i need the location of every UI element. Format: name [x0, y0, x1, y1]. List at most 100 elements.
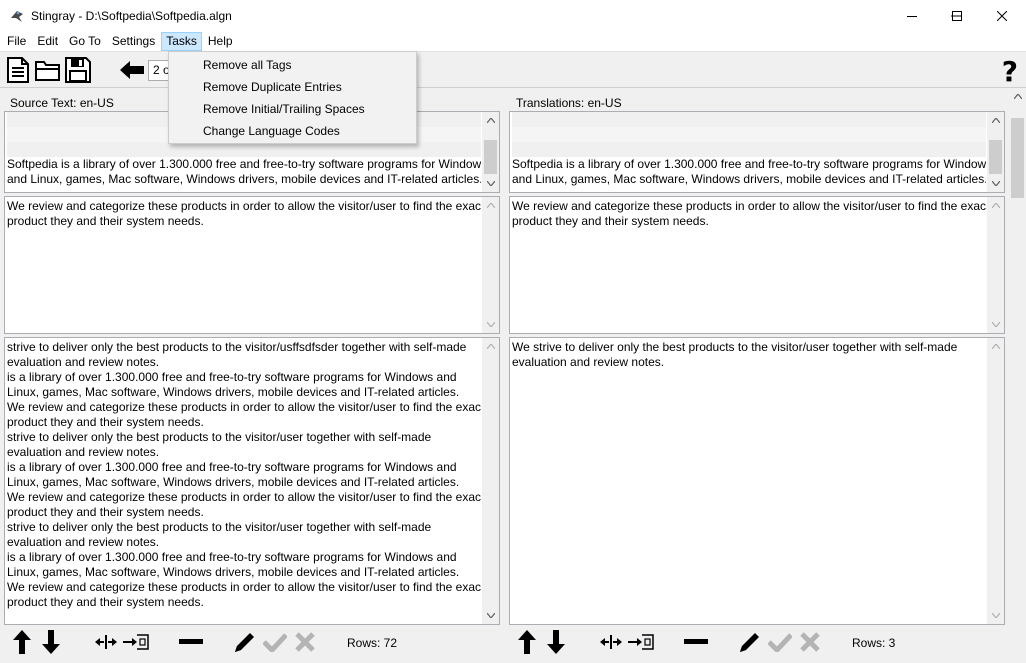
- text-line: We review and categorize these products …: [512, 199, 986, 213]
- move-up-button[interactable]: [514, 629, 540, 655]
- window-title: Stingray - D:\Softpedia\Softpedia.algn: [31, 8, 232, 23]
- translation-next-box[interactable]: We strive to deliver only the best produ…: [509, 337, 1005, 625]
- text-line: evaluation and review notes.: [7, 445, 160, 459]
- text-line: [512, 127, 986, 142]
- menu-help[interactable]: Help: [203, 32, 238, 51]
- source-current-scrollbar[interactable]: [482, 197, 499, 333]
- text-line: We review and categorize these products …: [7, 580, 481, 594]
- cancel-button[interactable]: [797, 629, 823, 655]
- stingray-app-icon[interactable]: [9, 8, 25, 24]
- edit-button[interactable]: [737, 629, 763, 655]
- confirm-button[interactable]: [767, 629, 793, 655]
- source-header: Source Text: en-US: [10, 96, 114, 110]
- translation-previous-box[interactable]: Softpedia is a library of over 1.300.000…: [509, 111, 1005, 193]
- split-button[interactable]: [598, 629, 624, 655]
- scroll-down-icon[interactable]: [482, 175, 499, 192]
- source-current-box[interactable]: We review and categorize these products …: [4, 196, 500, 334]
- open-file-button[interactable]: [34, 56, 62, 84]
- minimize-icon: [907, 15, 917, 17]
- cross-icon: [800, 632, 820, 652]
- help-button[interactable]: ?: [1002, 55, 1018, 88]
- move-down-button[interactable]: [38, 629, 64, 655]
- split-arrows-icon: [600, 635, 622, 649]
- text-line: and Linux, games, Mac software, Windows …: [512, 172, 986, 186]
- cancel-button[interactable]: [292, 629, 318, 655]
- arrow-down-icon: [547, 630, 565, 654]
- scroll-up-icon[interactable]: [482, 112, 499, 129]
- cross-icon: [295, 632, 315, 652]
- scroll-up-icon[interactable]: [482, 338, 499, 355]
- menu-edit[interactable]: Edit: [32, 32, 63, 51]
- text-line: product they and their system needs.: [7, 415, 204, 429]
- scroll-thumb[interactable]: [484, 140, 497, 174]
- close-button[interactable]: [979, 0, 1025, 31]
- text-line: is a library of over 1.300.000 free and …: [7, 550, 457, 564]
- arrow-down-icon: [42, 630, 60, 654]
- move-up-button[interactable]: [9, 629, 35, 655]
- text-line: [512, 142, 986, 157]
- go-back-button[interactable]: [118, 56, 146, 84]
- scroll-down-icon[interactable]: [987, 607, 1004, 624]
- scroll-thumb[interactable]: [1011, 118, 1024, 198]
- scroll-up-icon[interactable]: [987, 112, 1004, 129]
- text-line: product they and their system needs.: [7, 214, 204, 228]
- new-file-button[interactable]: [4, 56, 32, 84]
- menu-settings[interactable]: Settings: [107, 32, 160, 51]
- translation-current-box[interactable]: We review and categorize these products …: [509, 196, 1005, 334]
- delete-row-button[interactable]: [178, 629, 204, 655]
- split-button[interactable]: [93, 629, 119, 655]
- text-line: evaluation and review notes.: [512, 355, 665, 369]
- scroll-up-icon[interactable]: [482, 197, 499, 214]
- text-line: is a library of over 1.300.000 free and …: [7, 370, 457, 384]
- save-file-button[interactable]: [64, 56, 92, 84]
- scroll-up-icon[interactable]: [1009, 88, 1026, 105]
- scroll-down-icon[interactable]: [482, 607, 499, 624]
- translation-bottom-toolbar: Rows: 3: [509, 627, 1005, 657]
- menu-file[interactable]: File: [2, 32, 31, 51]
- main-scrollbar[interactable]: [1009, 88, 1026, 663]
- scroll-down-icon[interactable]: [482, 316, 499, 333]
- menu-tasks[interactable]: Tasks: [161, 31, 202, 51]
- text-line: product they and their system needs.: [7, 505, 204, 519]
- source-next-scrollbar[interactable]: [482, 338, 499, 624]
- source-next-box[interactable]: strive to deliver only the best products…: [4, 337, 500, 625]
- scroll-up-icon[interactable]: [987, 338, 1004, 355]
- move-down-button[interactable]: [543, 629, 569, 655]
- arrow-left-icon: [120, 61, 144, 79]
- translation-current-scrollbar[interactable]: [987, 197, 1004, 333]
- arrow-up-icon: [518, 630, 536, 654]
- menu-item-remove-all-tags[interactable]: Remove all Tags: [169, 54, 416, 76]
- text-line: and Linux, games, Mac software, Windows …: [7, 172, 481, 186]
- scroll-down-icon[interactable]: [987, 316, 1004, 333]
- open-folder-icon: [35, 61, 60, 81]
- maximize-button[interactable]: [934, 0, 980, 31]
- minimize-button-2[interactable]: [889, 0, 935, 31]
- text-line: Softpedia is a library of over 1.300.000…: [512, 157, 986, 171]
- text-line: Softpedia is a library of over 1.300.000…: [7, 157, 481, 171]
- arrow-up-icon: [13, 630, 31, 654]
- delete-row-button[interactable]: [683, 629, 709, 655]
- translation-current-content: We review and categorize these products …: [512, 199, 986, 229]
- translation-next-scrollbar[interactable]: [987, 338, 1004, 624]
- menu-item-remove-spaces[interactable]: Remove Initial/Trailing Spaces: [169, 98, 416, 120]
- scroll-thumb[interactable]: [989, 140, 1002, 174]
- save-disk-icon: [65, 57, 91, 83]
- translation-previous-scrollbar[interactable]: [987, 112, 1004, 192]
- scroll-down-icon[interactable]: [987, 175, 1004, 192]
- menu-goto[interactable]: Go To: [64, 32, 106, 51]
- merge-button[interactable]: [628, 629, 654, 655]
- scroll-up-icon[interactable]: [987, 197, 1004, 214]
- edit-button[interactable]: [232, 629, 258, 655]
- merge-button[interactable]: [123, 629, 149, 655]
- source-previous-scrollbar[interactable]: [482, 112, 499, 192]
- menu-item-change-language-codes[interactable]: Change Language Codes: [169, 120, 416, 142]
- menu-item-remove-duplicates[interactable]: Remove Duplicate Entries: [169, 76, 416, 98]
- split-arrows-icon: [95, 635, 117, 649]
- text-line: We review and categorize these products …: [7, 400, 481, 414]
- main-toolbar: 2 o ?: [0, 51, 1026, 88]
- tasks-dropdown-menu: Remove all Tags Remove Duplicate Entries…: [168, 51, 417, 144]
- maximize-icon: [952, 10, 962, 21]
- confirm-button[interactable]: [262, 629, 288, 655]
- text-line: evaluation and review notes.: [7, 355, 160, 369]
- source-next-content: strive to deliver only the best products…: [7, 340, 481, 610]
